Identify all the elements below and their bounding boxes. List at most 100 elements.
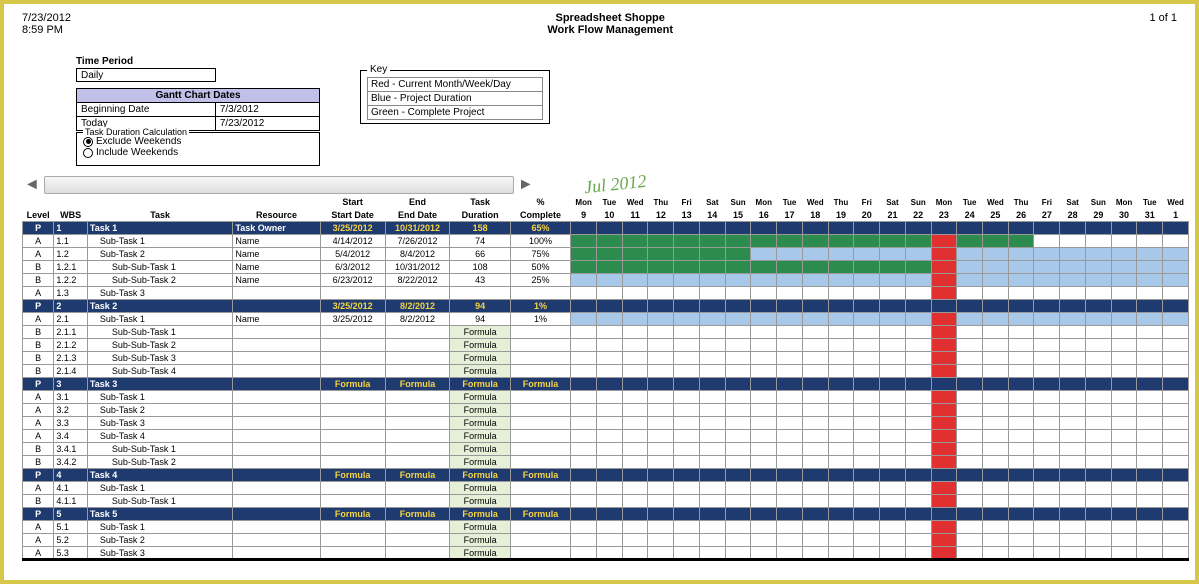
gantt-cell — [905, 534, 931, 547]
gantt-cell — [648, 456, 674, 469]
table-row[interactable]: A3.3Sub-Task 3Formula — [23, 417, 1189, 430]
gantt-cell — [1060, 495, 1086, 508]
gantt-cell — [1137, 300, 1163, 313]
gantt-cell — [1034, 391, 1060, 404]
time-period-input[interactable]: Daily — [76, 68, 216, 82]
gantt-cell — [648, 482, 674, 495]
day-header-dow: Wed — [1163, 196, 1189, 209]
gantt-cell — [1008, 235, 1034, 248]
gantt-cell — [1085, 469, 1111, 482]
gantt-cell — [1034, 313, 1060, 326]
gantt-cell — [854, 391, 880, 404]
gantt-cell — [1060, 404, 1086, 417]
table-row[interactable]: A1.2Sub-Task 2Name5/4/20128/4/20126675% — [23, 248, 1189, 261]
date-row-value[interactable]: 7/3/2012 — [216, 103, 319, 116]
day-header-dow: Thu — [828, 196, 854, 209]
table-row[interactable]: A2.1Sub-Task 1Name3/25/20128/2/2012941% — [23, 313, 1189, 326]
gantt-cell — [674, 508, 700, 521]
gantt-cell — [1163, 365, 1189, 378]
time-period-label: Time Period — [76, 56, 320, 67]
gantt-cell — [1034, 248, 1060, 261]
gantt-cell — [699, 404, 725, 417]
gantt-cell — [828, 508, 854, 521]
gantt-cell — [597, 339, 623, 352]
day-header-num: 30 — [1111, 209, 1137, 222]
gantt-cell — [1008, 261, 1034, 274]
gantt-cell — [674, 287, 700, 300]
table-row[interactable]: B3.4.1Sub-Sub-Task 1Formula — [23, 443, 1189, 456]
gantt-cell — [777, 456, 803, 469]
gantt-cell — [957, 547, 983, 560]
gantt-cell — [751, 482, 777, 495]
gantt-cell — [777, 365, 803, 378]
gantt-cell — [1060, 547, 1086, 560]
gantt-cell — [1060, 365, 1086, 378]
gantt-cell — [751, 274, 777, 287]
table-row[interactable]: B2.1.3Sub-Sub-Task 3Formula — [23, 352, 1189, 365]
table-row[interactable]: A5.1Sub-Task 1Formula — [23, 521, 1189, 534]
gantt-cell — [1163, 287, 1189, 300]
slider-right-arrow-icon[interactable]: ► — [518, 176, 534, 194]
gantt-cell — [905, 274, 931, 287]
date-row-value[interactable]: 7/23/2012 — [216, 117, 319, 130]
gantt-cell — [828, 482, 854, 495]
gantt-cell — [1137, 443, 1163, 456]
gantt-cell — [597, 391, 623, 404]
gantt-cell — [802, 495, 828, 508]
table-row[interactable]: P3Task 3FormulaFormulaFormulaFormula — [23, 378, 1189, 391]
gantt-cell — [1085, 534, 1111, 547]
gantt-cell — [1008, 508, 1034, 521]
gantt-cell — [983, 326, 1009, 339]
gantt-cell — [674, 235, 700, 248]
gantt-cell — [880, 235, 906, 248]
gantt-cell — [571, 261, 597, 274]
table-row[interactable]: A1.3Sub-Task 3 — [23, 287, 1189, 300]
table-row[interactable]: B2.1.4Sub-Sub-Task 4Formula — [23, 365, 1189, 378]
table-row[interactable]: B2.1.1Sub-Sub-Task 1Formula — [23, 326, 1189, 339]
gantt-cell — [983, 469, 1009, 482]
gantt-cell — [1034, 443, 1060, 456]
gantt-cell — [983, 287, 1009, 300]
gantt-cell — [931, 456, 957, 469]
table-row[interactable]: A3.1Sub-Task 1Formula — [23, 391, 1189, 404]
table-row[interactable]: A5.3Sub-Task 3Formula — [23, 547, 1189, 560]
gantt-cell — [674, 326, 700, 339]
table-row[interactable]: A1.1Sub-Task 1Name4/14/20127/26/20127410… — [23, 235, 1189, 248]
gantt-cell — [1034, 508, 1060, 521]
gantt-cell — [802, 508, 828, 521]
gantt-cell — [777, 482, 803, 495]
table-row[interactable]: B2.1.2Sub-Sub-Task 2Formula — [23, 339, 1189, 352]
gantt-cell — [957, 326, 983, 339]
gantt-cell — [597, 352, 623, 365]
gantt-cell — [1008, 274, 1034, 287]
gantt-cell — [802, 404, 828, 417]
radio-include-weekends[interactable]: Include Weekends — [83, 147, 178, 158]
gantt-cell — [880, 326, 906, 339]
table-row[interactable]: P5Task 5FormulaFormulaFormulaFormula — [23, 508, 1189, 521]
gantt-cell — [1060, 248, 1086, 261]
day-header-dow: Sun — [1085, 196, 1111, 209]
table-row[interactable]: A4.1Sub-Task 1Formula — [23, 482, 1189, 495]
gantt-cell — [571, 404, 597, 417]
table-row[interactable]: A3.4Sub-Task 4Formula — [23, 430, 1189, 443]
date-slider[interactable] — [44, 176, 514, 194]
table-row[interactable]: A5.2Sub-Task 2Formula — [23, 534, 1189, 547]
gantt-cell — [648, 443, 674, 456]
table-row[interactable]: B3.4.2Sub-Sub-Task 2Formula — [23, 456, 1189, 469]
table-row[interactable]: A3.2Sub-Task 2Formula — [23, 404, 1189, 417]
gantt-cell — [983, 495, 1009, 508]
col-header — [54, 196, 88, 209]
gantt-cell — [725, 443, 751, 456]
table-row[interactable]: P2Task 23/25/20128/2/2012941% — [23, 300, 1189, 313]
table-row[interactable]: B1.2.2Sub-Sub-Task 2Name6/23/20128/22/20… — [23, 274, 1189, 287]
table-row[interactable]: B4.1.1Sub-Sub-Task 1Formula — [23, 495, 1189, 508]
slider-left-arrow-icon[interactable]: ◄ — [24, 176, 40, 194]
gantt-cell — [725, 547, 751, 560]
radio-exclude-weekends[interactable]: Exclude Weekends — [83, 136, 181, 147]
col-header: Level — [23, 209, 54, 222]
table-row[interactable]: P4Task 4FormulaFormulaFormulaFormula — [23, 469, 1189, 482]
table-row[interactable]: B1.2.1Sub-Sub-Task 1Name6/3/201210/31/20… — [23, 261, 1189, 274]
gantt-cell — [699, 248, 725, 261]
gantt-cell — [1085, 378, 1111, 391]
table-row[interactable]: P1Task 1Task Owner3/25/201210/31/2012158… — [23, 222, 1189, 235]
